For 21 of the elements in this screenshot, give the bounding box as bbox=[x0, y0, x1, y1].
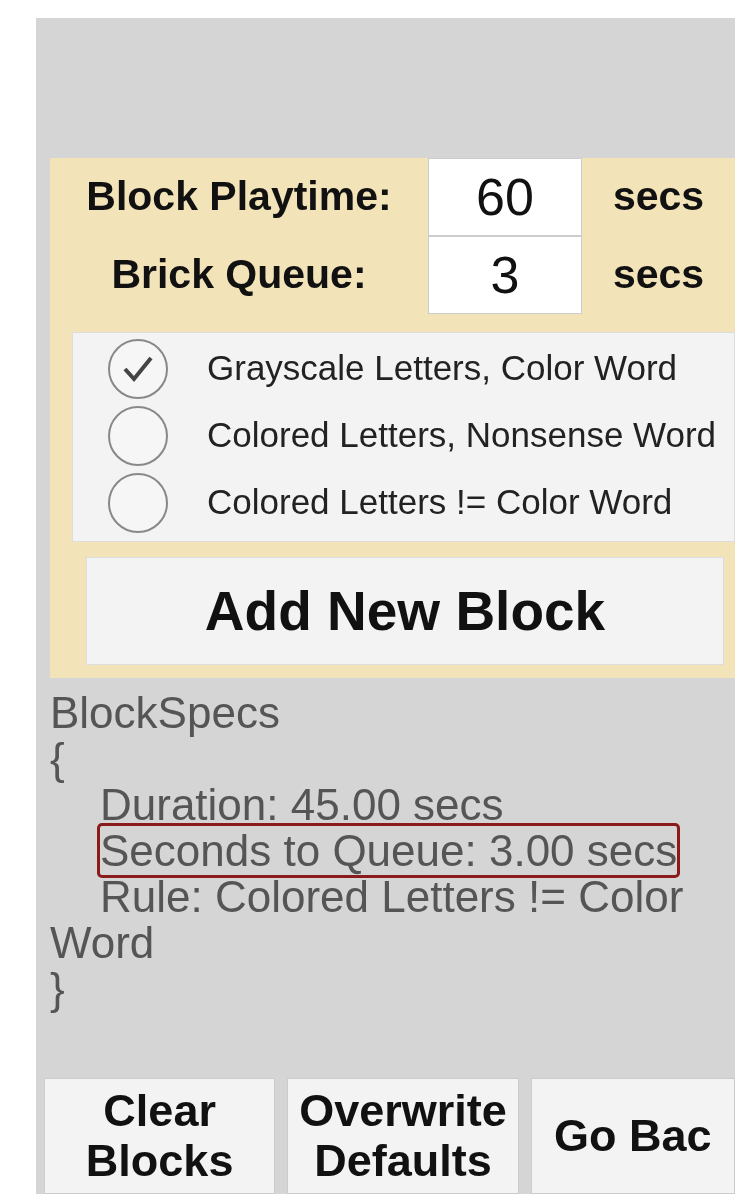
radio-icon[interactable] bbox=[107, 471, 169, 534]
radio-icon[interactable] bbox=[107, 404, 169, 467]
unit-label: secs bbox=[611, 172, 706, 222]
number-field[interactable]: 3 bbox=[428, 236, 582, 314]
option-label: Grayscale Letters, Color Word bbox=[207, 347, 678, 390]
checked-radio-icon[interactable] bbox=[107, 337, 169, 400]
spec-line: BlockSpecs bbox=[50, 688, 280, 737]
spec-line: Duration: 45.00 secs bbox=[100, 780, 504, 829]
option-label: Colored Letters != Color Word bbox=[207, 481, 673, 524]
unit-label: secs bbox=[611, 250, 706, 300]
action-button[interactable]: Clear Blocks bbox=[44, 1078, 276, 1194]
spec-line: Seconds to Queue: 3.00 secs bbox=[100, 826, 678, 875]
field-label: Block Playtime: bbox=[85, 172, 393, 222]
option-label: Colored Letters, Nonsense Word bbox=[207, 414, 717, 457]
add-block-button[interactable]: Add New Block bbox=[86, 557, 724, 665]
spec-line: { bbox=[50, 734, 65, 783]
action-button[interactable]: Go Bac bbox=[530, 1078, 735, 1194]
number-field[interactable]: 60 bbox=[428, 158, 582, 236]
spec-line: } bbox=[50, 964, 65, 1013]
field-label: Brick Queue: bbox=[110, 250, 368, 300]
action-button[interactable]: Overwrite Defaults bbox=[287, 1078, 519, 1194]
